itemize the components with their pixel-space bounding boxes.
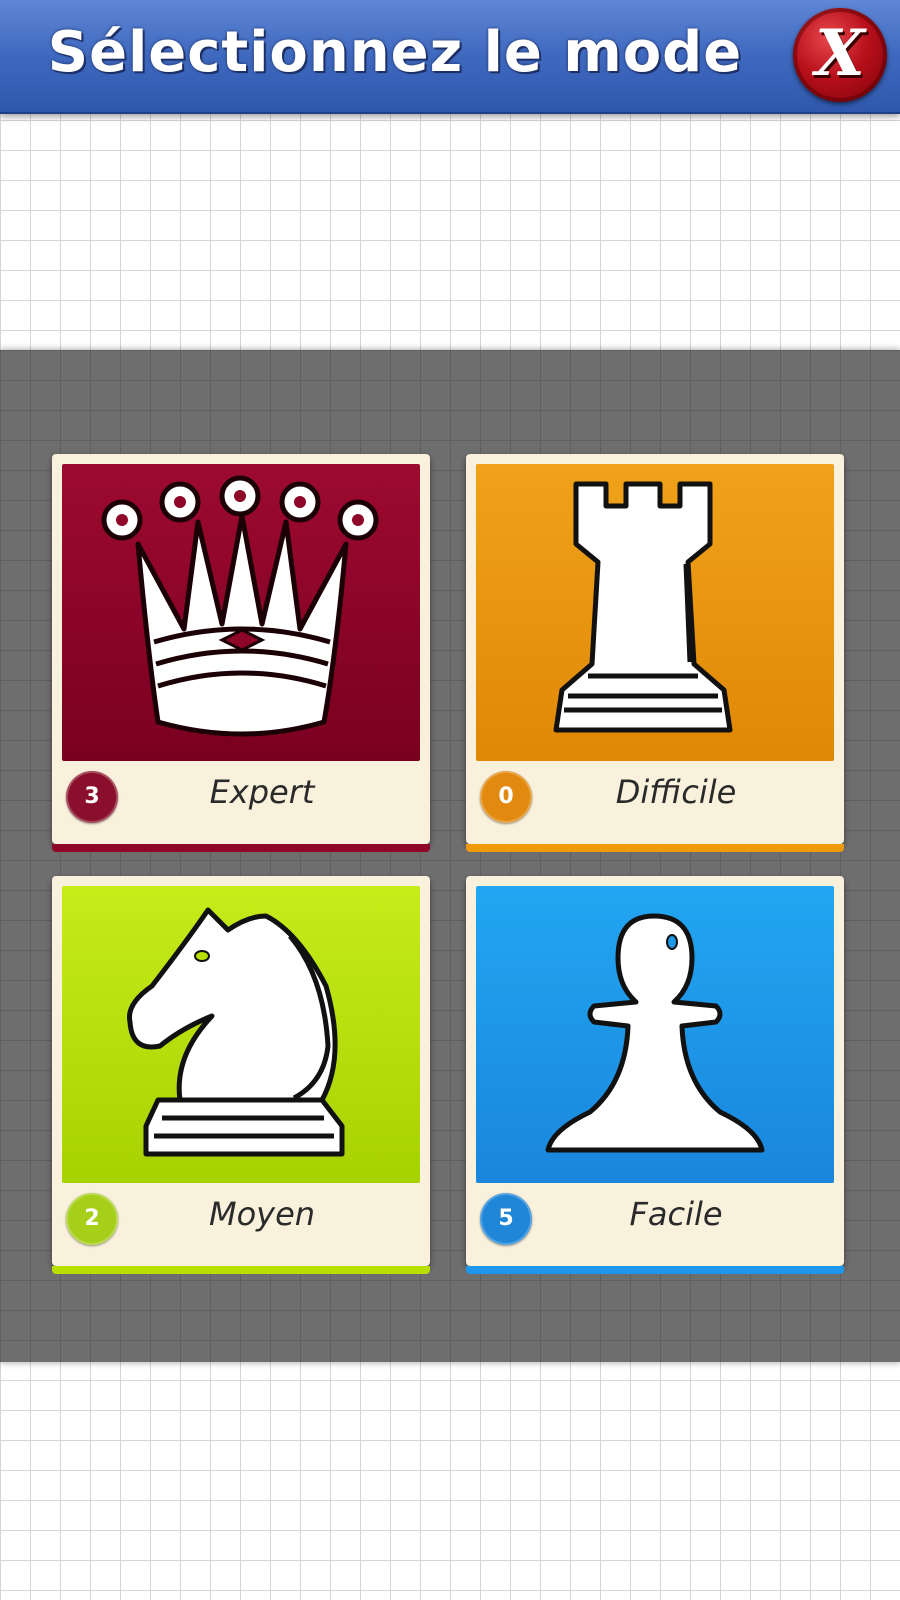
mode-footer-facile: 5 Facile [466,1183,844,1258]
mode-label-difficile: Difficile [615,773,737,811]
mode-underbar-facile [466,1266,844,1274]
mode-footer-moyen: 2 Moyen [52,1183,430,1258]
count-badge-difficile: 0 [480,771,532,823]
mode-underbar-expert [52,844,430,852]
close-button[interactable]: X [793,8,887,102]
mode-art-facile [476,886,834,1183]
mode-art-difficile [476,464,834,761]
mode-underbar-difficile [466,844,844,852]
header-bar: Sélectionnez le mode X [0,0,900,114]
mode-label-moyen: Moyen [208,1195,316,1233]
mode-card-moyen[interactable]: 2 Moyen [52,876,430,1274]
mode-footer-difficile: 0 Difficile [466,761,844,836]
count-badge-moyen: 2 [66,1193,118,1245]
mode-footer-expert: 3 Expert [52,761,430,836]
mode-art-moyen [62,886,420,1183]
rook-icon [553,481,733,733]
count-badge-expert: 3 [66,771,118,823]
mode-card-expert[interactable]: 3 Expert [52,454,430,852]
mode-label-facile: Facile [629,1195,723,1233]
mode-card-facile[interactable]: 5 Facile [466,876,844,1274]
queen-icon [101,475,379,737]
mode-underbar-moyen [52,1266,430,1274]
mode-card-difficile[interactable]: 0 Difficile [466,454,844,852]
mode-art-expert [62,464,420,761]
mode-label-expert: Expert [209,773,315,811]
close-icon: X [815,16,865,91]
knight-icon [126,907,345,1157]
count-badge-facile: 5 [480,1193,532,1245]
pawn-icon [545,913,765,1153]
page-title: Sélectionnez le mode [47,20,743,85]
